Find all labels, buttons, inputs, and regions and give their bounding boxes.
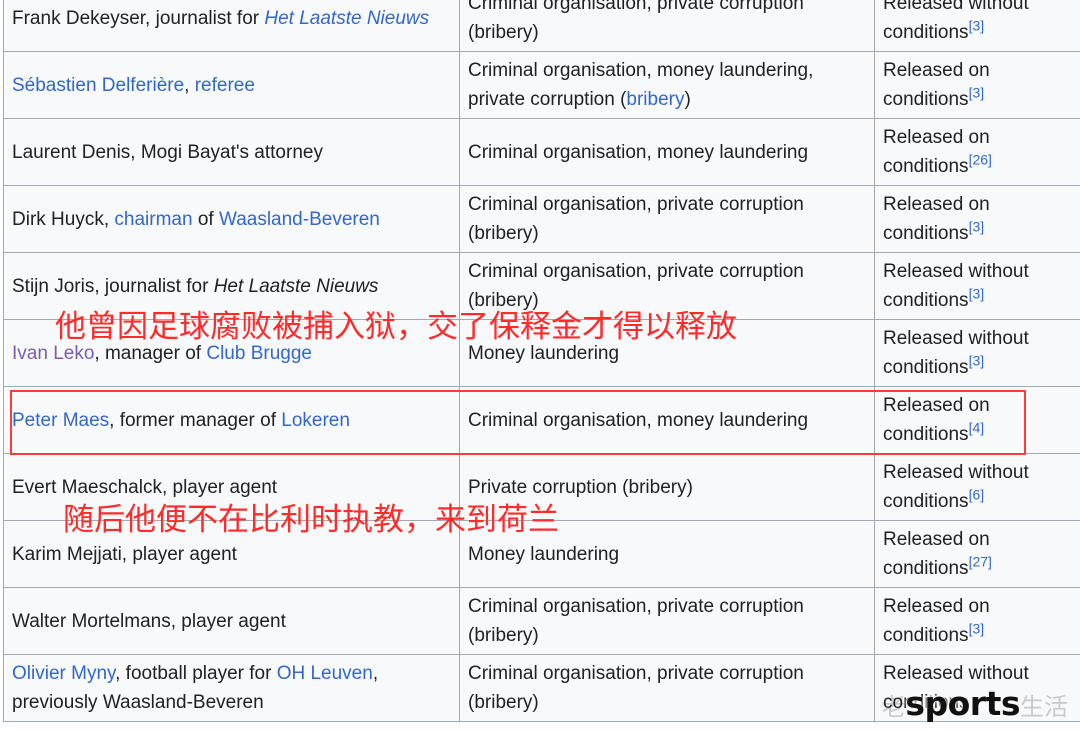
cell-outcome: Released without conditions[3] <box>874 319 1080 387</box>
outcome-text: Released without conditions <box>883 0 1029 43</box>
cell-text: Criminal organisation, private corruptio… <box>468 0 804 43</box>
cell-text: , former manager of <box>109 409 282 431</box>
cell-charges: Criminal organisation, money laundering,… <box>459 51 875 119</box>
wiki-link[interactable]: Ivan Leko <box>12 343 94 364</box>
cell-outcome: Released on conditions[3] <box>874 51 1080 119</box>
cell-text: Criminal organisation, money laundering <box>468 409 809 431</box>
cell-text: Het Laatste Nieuws <box>213 275 379 297</box>
wiki-link[interactable]: Lokeren <box>281 410 350 431</box>
outcome-text: Released without conditions <box>883 261 1029 311</box>
cell-text: of <box>192 208 219 230</box>
cell-text: Money laundering <box>468 342 620 364</box>
cell-name: Laurent Denis, Mogi Bayat's attorney <box>3 118 460 186</box>
cell-text: , <box>184 74 195 96</box>
reference-link[interactable]: [3] <box>969 353 985 369</box>
cell-text: Criminal organisation, private corruptio… <box>468 261 804 311</box>
cell-name: Stijn Joris, journalist for Het Laatste … <box>3 252 460 320</box>
cell-outcome: Released without conditions[3] <box>874 0 1080 52</box>
wiki-link[interactable]: referee <box>195 75 255 96</box>
cell-text: Evert Maeschalck, player agent <box>12 476 278 498</box>
wiki-link[interactable]: OH Leuven <box>277 663 373 684</box>
suspects-table: Frank Dekeyser, journalist for Het Laats… <box>3 0 1080 722</box>
cell-text: , football player for <box>115 663 277 684</box>
cell-text: Criminal organisation, private corruptio… <box>468 596 804 646</box>
reference-link[interactable]: [4] <box>969 420 985 436</box>
cell-outcome: Released without conditions <box>874 654 1080 722</box>
cell-charges: Criminal organisation, private corruptio… <box>459 587 875 655</box>
table-row: Olivier Myny, football player for OH Leu… <box>3 654 1080 722</box>
cell-outcome: Released without conditions[3] <box>874 252 1080 320</box>
cell-name: Olivier Myny, football player for OH Leu… <box>3 654 460 722</box>
cell-text: ) <box>684 89 691 110</box>
cell-charges: Criminal organisation, private corruptio… <box>459 252 875 320</box>
cell-charges: Criminal organisation, private corruptio… <box>459 0 875 52</box>
reference-link[interactable]: [3] <box>969 18 985 34</box>
cell-charges: Money laundering <box>459 520 875 588</box>
table-row: Walter Mortelmans, player agent Criminal … <box>3 587 1080 655</box>
wiki-link[interactable]: Het Laatste Nieuws <box>264 8 429 29</box>
cell-text: Karim Mejjati, player agent <box>12 543 237 565</box>
wiki-link[interactable]: chairman <box>114 209 192 230</box>
cell-name: Dirk Huyck, chairman of Waasland-Beveren <box>3 185 460 253</box>
cell-text: Criminal organisation, private corruptio… <box>468 194 804 244</box>
wiki-link[interactable]: Olivier Myny <box>12 663 115 684</box>
cell-charges: Money laundering <box>459 319 875 387</box>
cell-charges: Criminal organisation, private corruptio… <box>459 654 875 722</box>
wiki-link[interactable]: bribery <box>626 89 684 110</box>
cell-name: Sébastien Delferière, referee <box>3 51 460 119</box>
wiki-link[interactable]: Sébastien Delferière <box>12 75 184 96</box>
wiki-link[interactable]: Peter Maes <box>12 410 109 431</box>
table-row: Frank Dekeyser, journalist for Het Laats… <box>3 0 1080 52</box>
cell-text: Dirk Huyck, <box>12 208 115 230</box>
cell-text: Money laundering <box>468 543 620 565</box>
reference-link[interactable]: [3] <box>969 286 985 302</box>
cell-outcome: Released on conditions[26] <box>874 118 1080 186</box>
wiki-link[interactable]: Waasland-Beveren <box>219 209 380 230</box>
cell-name: Frank Dekeyser, journalist for Het Laats… <box>3 0 460 52</box>
table-row: Karim Mejjati, player agent Money launder… <box>3 520 1080 588</box>
cell-name: Evert Maeschalck, player agent <box>3 453 460 521</box>
suspects-table-body: Frank Dekeyser, journalist for Het Laats… <box>3 0 1080 722</box>
cell-name: Ivan Leko, manager of Club Brugge <box>3 319 460 387</box>
table-row: Laurent Denis, Mogi Bayat's attorney Crim… <box>3 118 1080 186</box>
cell-text: Criminal organisation, money laundering <box>468 141 809 163</box>
cell-outcome: Released on conditions[3] <box>874 185 1080 253</box>
cell-charges: Criminal organisation, money laundering <box>459 386 875 454</box>
cell-name: Walter Mortelmans, player agent <box>3 587 460 655</box>
cell-text: Frank Dekeyser, journalist for <box>12 7 265 29</box>
table-row: Sébastien Delferière, referee Criminal or… <box>3 51 1080 119</box>
cell-outcome: Released on conditions[4] <box>874 386 1080 454</box>
reference-link[interactable]: [3] <box>969 219 985 235</box>
cell-outcome: Released on conditions[27] <box>874 520 1080 588</box>
cell-text: Walter Mortelmans, player agent <box>12 610 286 632</box>
cell-outcome: Released on conditions[3] <box>874 587 1080 655</box>
cell-name: Karim Mejjati, player agent <box>3 520 460 588</box>
cell-text: Laurent Denis, Mogi Bayat's attorney <box>12 141 323 163</box>
cell-text: Private corruption (bribery) <box>468 476 693 498</box>
outcome-text: Released without conditions <box>883 663 1029 713</box>
reference-link[interactable]: [6] <box>969 487 985 503</box>
cell-charges: Private corruption (bribery) <box>459 453 875 521</box>
wiki-link[interactable]: Club Brugge <box>206 343 312 364</box>
cell-text: , manager of <box>94 342 207 364</box>
cell-charges: Criminal organisation, private corruptio… <box>459 185 875 253</box>
reference-link[interactable]: [3] <box>969 621 985 637</box>
table-row: Stijn Joris, journalist for Het Laatste … <box>3 252 1080 320</box>
reference-link[interactable]: [26] <box>969 152 992 168</box>
table-row: Evert Maeschalck, player agent Private co… <box>3 453 1080 521</box>
cell-name: Peter Maes, former manager of Lokeren <box>3 386 460 454</box>
table-row: Peter Maes, former manager of Lokeren Cri… <box>3 386 1080 454</box>
table-row: Dirk Huyck, chairman of Waasland-Beveren… <box>3 185 1080 253</box>
reference-link[interactable]: [27] <box>969 554 992 570</box>
cell-text: Criminal organisation, private corruptio… <box>468 663 804 713</box>
cell-text: Stijn Joris, journalist for <box>12 275 214 297</box>
cell-outcome: Released without conditions[6] <box>874 453 1080 521</box>
table-row: Ivan Leko, manager of Club Brugge Money l… <box>3 319 1080 387</box>
cell-charges: Criminal organisation, money laundering <box>459 118 875 186</box>
outcome-text: Released without conditions <box>883 462 1029 512</box>
reference-link[interactable]: [3] <box>969 85 985 101</box>
outcome-text: Released without conditions <box>883 328 1029 378</box>
